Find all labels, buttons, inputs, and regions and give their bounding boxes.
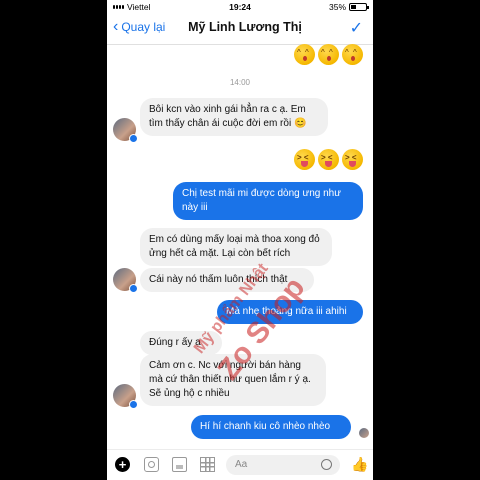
kissing-face-emoji [294,44,315,65]
conversation-title: Mỹ Linh Lương Thị [188,20,302,34]
emoji-row [291,44,363,65]
plus-icon[interactable]: + [115,457,130,472]
thumbs-up-icon[interactable]: 👍 [351,456,368,473]
kissing-face-emoji [342,44,363,65]
avatar[interactable] [113,268,138,293]
battery-icon [349,3,369,11]
message-bubble[interactable]: Cảm ơn c. Nc với người bán hàng mà cứ th… [140,354,326,406]
smiley-icon[interactable] [321,459,332,470]
nav-bar: ‹ Quay lại Mỹ Linh Lương Thị ✓ [107,14,373,45]
message-bubble[interactable]: Hí hí chanh kiu cô nhèo nhèo [191,415,351,439]
avatar[interactable] [113,118,138,143]
squinting-tongue-emoji [294,149,315,170]
messenger-badge-icon [129,134,138,143]
status-bar: Viettel 19:24 35% [107,0,373,14]
chevron-left-icon: ‹ [113,18,119,35]
message-bubble[interactable]: Mà nhẹ thoảng nữa iii ahihi [217,300,363,324]
checkmark-icon[interactable]: ✓ [350,18,363,38]
chat-screen: Viettel 19:24 35% ‹ Quay lại Mỹ Linh Lươ… [107,0,373,480]
image-icon[interactable] [172,457,187,472]
message-bubble[interactable]: Chị test mãi mi được dòng ưng như này ii… [173,182,363,220]
seen-avatar [359,428,369,438]
messenger-badge-icon [129,284,138,293]
battery-percent: 35% [328,2,346,12]
message-input-placeholder: Aa [235,459,248,470]
composer-bar: + Aa 👍 [107,449,373,480]
message-bubble[interactable]: Em có dùng mấy loại mà thoa xong đỏ ửng … [140,228,332,266]
message-input[interactable]: Aa [226,455,340,475]
kissing-face-emoji [318,44,339,65]
message-bubble[interactable]: Bôi kcn vào xinh gái hẳn ra c ạ. Em tìm … [140,98,328,136]
grid-icon[interactable] [200,457,215,472]
camera-icon[interactable] [144,457,159,472]
message-bubble[interactable]: Cái này nó thấm luôn thích thật [140,268,314,292]
squinting-tongue-emoji [318,149,339,170]
emoji-row [291,149,363,170]
squinting-tongue-emoji [342,149,363,170]
timestamp: 14:00 [229,78,251,87]
messenger-badge-icon [129,400,138,409]
avatar[interactable] [113,384,138,409]
message-bubble[interactable]: Đúng r ấy ạ [140,331,222,355]
